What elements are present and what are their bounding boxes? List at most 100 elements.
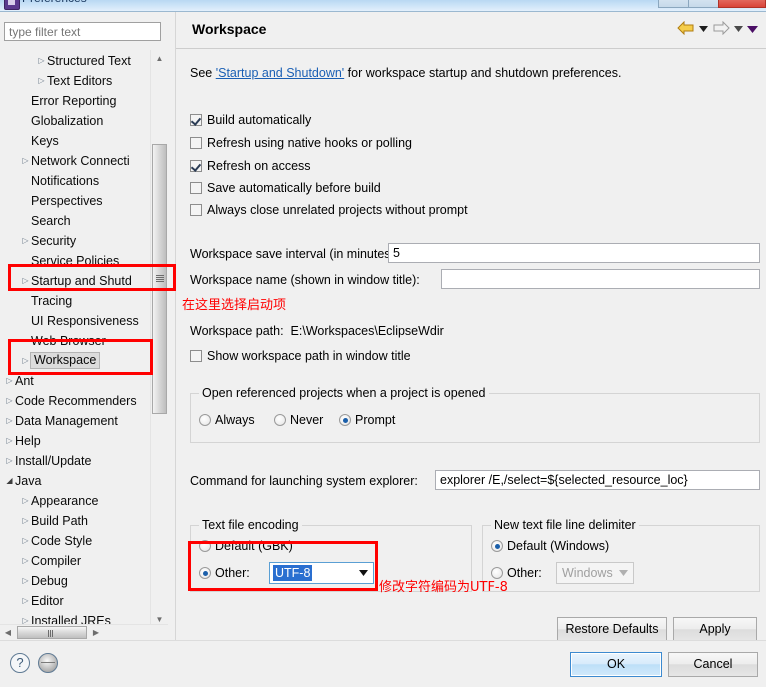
encoding-combo[interactable]: UTF-8 xyxy=(269,562,374,584)
sidebar-item-compiler[interactable]: ▷ Compiler xyxy=(0,550,152,570)
sidebar-item-build-path[interactable]: ▷ Build Path xyxy=(0,510,152,530)
explorer-command-input[interactable]: explorer /E,/select=${selected_resource_… xyxy=(435,470,760,490)
sidebar-item-workspace[interactable]: ▷ Workspace xyxy=(0,350,152,370)
chevron-right-icon[interactable]: ▷ xyxy=(20,511,31,531)
sidebar-item-install-update[interactable]: ▷ Install/Update xyxy=(0,450,152,470)
checkbox-close-unrelated-projects[interactable]: Always close unrelated projects without … xyxy=(190,202,468,218)
checkbox-show-workspace-path[interactable]: Show workspace path in window title xyxy=(190,348,411,364)
chevron-right-icon[interactable]: ▷ xyxy=(36,51,47,71)
radio-icon[interactable] xyxy=(339,414,351,426)
search-input[interactable] xyxy=(5,23,160,40)
startup-shutdown-link[interactable]: 'Startup and Shutdown' xyxy=(216,66,344,80)
sidebar-item-perspectives[interactable]: ▷Perspectives xyxy=(0,190,152,210)
sidebar-item-web-browser[interactable]: ▷Web Browser xyxy=(0,330,152,350)
sidebar-item-text-editors[interactable]: ▷ Text Editors xyxy=(0,70,152,90)
scroll-left-icon[interactable]: ◀ xyxy=(0,625,16,641)
sidebar-item-security[interactable]: ▷ Security xyxy=(0,230,152,250)
sidebar-vertical-scrollbar[interactable]: ▲ ▼ xyxy=(150,50,168,628)
sidebar-item-appearance[interactable]: ▷ Appearance xyxy=(0,490,152,510)
preferences-tree[interactable]: ▷Structured Text▷Text Editors▷Error Repo… xyxy=(0,50,152,628)
radio-icon[interactable] xyxy=(274,414,286,426)
radio-icon[interactable] xyxy=(491,540,503,552)
sidebar-item-editor[interactable]: ▷ Editor xyxy=(0,590,152,610)
sidebar-item-keys[interactable]: ▷Keys xyxy=(0,130,152,150)
checkbox-build-automatically[interactable]: Build automatically xyxy=(190,112,311,128)
radio-encoding-default[interactable]: Default (GBK) xyxy=(199,538,293,554)
back-history-caret-icon[interactable] xyxy=(698,21,709,37)
sidebar-item-search[interactable]: ▷Search xyxy=(0,210,152,230)
chevron-right-icon[interactable]: ▷ xyxy=(4,371,15,391)
checkbox-icon[interactable] xyxy=(190,204,202,216)
sidebar-item-structured-text[interactable]: ▷ Structured Text xyxy=(0,50,152,70)
chevron-down-icon[interactable] xyxy=(353,563,373,583)
sidebar-horizontal-scrollbar[interactable]: ◀ ▶ xyxy=(0,624,168,641)
radio-icon[interactable] xyxy=(199,567,211,579)
chevron-down-icon[interactable]: ◢ xyxy=(4,471,15,491)
sidebar-item-error-reporting[interactable]: ▷Error Reporting xyxy=(0,90,152,110)
sidebar-item-network-connecti[interactable]: ▷ Network Connecti xyxy=(0,150,152,170)
checkbox-save-before-build[interactable]: Save automatically before build xyxy=(190,180,381,196)
chevron-right-icon[interactable]: ▷ xyxy=(20,551,31,571)
chevron-right-icon[interactable]: ▷ xyxy=(4,451,15,471)
radio-icon[interactable] xyxy=(199,540,211,552)
close-button[interactable] xyxy=(718,0,766,8)
chevron-right-icon[interactable]: ▷ xyxy=(20,571,31,591)
checkbox-icon[interactable] xyxy=(190,160,202,172)
chevron-right-icon[interactable]: ▷ xyxy=(20,531,31,551)
sidebar-item-code-style[interactable]: ▷ Code Style xyxy=(0,530,152,550)
radio-always[interactable]: Always xyxy=(199,412,255,428)
apply-button[interactable]: Apply xyxy=(673,617,757,642)
forward-arrow-icon[interactable] xyxy=(712,20,730,37)
maximize-button[interactable] xyxy=(688,0,719,8)
sidebar-item-globalization[interactable]: ▷Globalization xyxy=(0,110,152,130)
sidebar-item-notifications[interactable]: ▷Notifications xyxy=(0,170,152,190)
checkbox-refresh-native-hooks[interactable]: Refresh using native hooks or polling xyxy=(190,135,412,151)
view-menu-caret-icon[interactable] xyxy=(747,21,758,37)
info-circle-icon[interactable] xyxy=(38,653,58,673)
checkbox-icon[interactable] xyxy=(190,182,202,194)
sidebar-item-ui-responsiveness[interactable]: ▷UI Responsiveness xyxy=(0,310,152,330)
sidebar-item-code-recommenders[interactable]: ▷ Code Recommenders xyxy=(0,390,152,410)
save-interval-input[interactable]: 5 xyxy=(388,243,760,263)
sidebar-item-help[interactable]: ▷ Help xyxy=(0,430,152,450)
chevron-right-icon[interactable]: ▷ xyxy=(20,271,31,291)
delimiter-combo[interactable]: Windows xyxy=(556,562,634,584)
workspace-name-input[interactable] xyxy=(441,269,760,289)
sidebar-item-data-management[interactable]: ▷ Data Management xyxy=(0,410,152,430)
chevron-right-icon[interactable]: ▷ xyxy=(20,591,31,611)
radio-never[interactable]: Never xyxy=(274,412,323,428)
chevron-right-icon[interactable]: ▷ xyxy=(4,431,15,451)
radio-delimiter-default[interactable]: Default (Windows) xyxy=(491,538,609,554)
chevron-right-icon[interactable]: ▷ xyxy=(36,71,47,91)
horizontal-scroll-thumb[interactable] xyxy=(17,626,87,639)
sidebar-item-tracing[interactable]: ▷Tracing xyxy=(0,290,152,310)
minimize-button[interactable] xyxy=(658,0,689,8)
vertical-scroll-thumb[interactable] xyxy=(152,144,167,414)
checkbox-icon[interactable] xyxy=(190,350,202,362)
sidebar-item-service-policies[interactable]: ▷Service Policies xyxy=(0,250,152,270)
checkbox-icon[interactable] xyxy=(190,114,202,126)
sidebar-item-startup-and-shutd[interactable]: ▷ Startup and Shutd xyxy=(0,270,152,290)
filter-box[interactable] xyxy=(4,22,161,41)
scroll-right-icon[interactable]: ▶ xyxy=(88,625,104,641)
chevron-right-icon[interactable]: ▷ xyxy=(20,491,31,511)
restore-defaults-button[interactable]: Restore Defaults xyxy=(557,617,667,642)
back-arrow-icon[interactable] xyxy=(677,20,695,37)
chevron-down-icon[interactable] xyxy=(613,563,633,583)
radio-icon[interactable] xyxy=(199,414,211,426)
checkbox-refresh-on-access[interactable]: Refresh on access xyxy=(190,158,311,174)
chevron-right-icon[interactable]: ▷ xyxy=(20,151,31,171)
cancel-button[interactable]: Cancel xyxy=(668,652,758,677)
sidebar-item-java[interactable]: ◢ Java xyxy=(0,470,152,490)
chevron-right-icon[interactable]: ▷ xyxy=(20,231,31,251)
ok-button[interactable]: OK xyxy=(570,652,662,677)
checkbox-icon[interactable] xyxy=(190,137,202,149)
sidebar-item-ant[interactable]: ▷ Ant xyxy=(0,370,152,390)
chevron-right-icon[interactable]: ▷ xyxy=(4,391,15,411)
scroll-up-icon[interactable]: ▲ xyxy=(151,50,168,67)
forward-history-caret-icon[interactable] xyxy=(733,21,744,37)
chevron-right-icon[interactable]: ▷ xyxy=(4,411,15,431)
sidebar-item-debug[interactable]: ▷ Debug xyxy=(0,570,152,590)
radio-encoding-other[interactable]: Other: xyxy=(199,565,250,581)
question-mark-icon[interactable]: ? xyxy=(10,653,30,673)
